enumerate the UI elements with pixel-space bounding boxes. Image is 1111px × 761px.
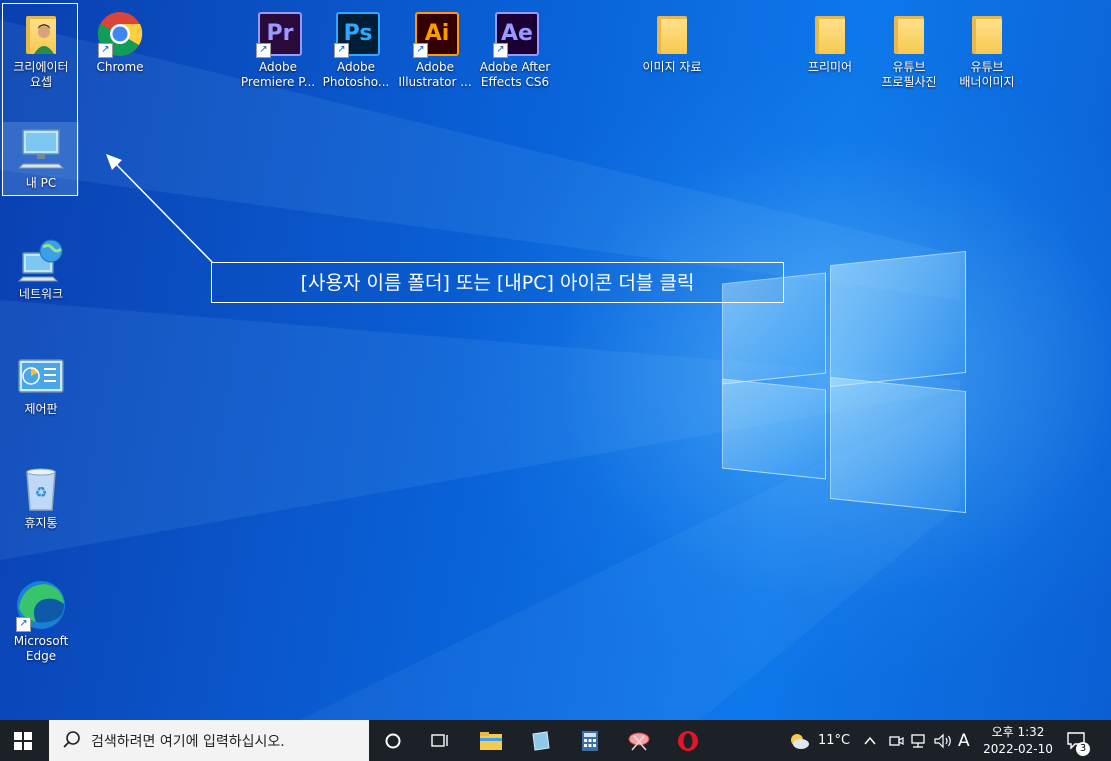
recycle-bin-icon: ♻ [17,466,65,514]
desktop-icon-label: Chrome [96,60,144,74]
desktop-icon-network[interactable]: 네트워크 [3,237,79,302]
calculator-icon [582,730,598,751]
wallpaper-logo-pane [830,376,966,514]
cortana-circle-icon [385,733,401,748]
show-hidden-icons-button[interactable] [864,720,876,761]
chrome-icon: ↗ [96,10,144,58]
desktop-icon-label: 내 PC [25,176,57,190]
clock-date: 2022-02-10 [983,741,1053,756]
premiere-pro-icon: Pr ↗ [254,10,302,58]
desktop-icon-illustrator[interactable]: Ai ↗ Adobe Illustrator ... [397,10,473,90]
folder-icon [648,10,696,58]
desktop-icon-folder-premiere[interactable]: 프리미어 [792,10,868,75]
desktop-icon-control-panel[interactable]: 제어판 [3,352,79,417]
meet-now-button[interactable] [888,720,904,761]
user-folder-icon [17,10,65,58]
desktop-icon-after-effects[interactable]: Ae ↗ Adobe After Effects CS6 [477,10,553,90]
shortcut-arrow-icon: ↗ [98,43,113,58]
annotation-callout: [사용자 이름 폴더] 또는 [내PC] 아이콘 더블 클릭 [211,262,784,303]
shortcut-arrow-icon: ↗ [16,617,31,632]
control-panel-icon [17,352,65,400]
taskbar-search-box[interactable]: 검색하려면 여기에 입력하십시오. [49,720,369,761]
search-placeholder: 검색하려면 여기에 입력하십시오. [91,733,285,750]
windows-logo-icon [14,731,32,750]
shortcut-arrow-icon: ↗ [493,43,508,58]
taskbar: 검색하려면 여기에 입력하십시오. 11°C A 오후 1:32 2022-02… [0,720,1111,761]
desktop-icon-label: 유튜브 프로필사진 [881,60,937,89]
speaker-icon [934,733,951,748]
desktop-icon-label: Microsoft Edge [13,634,69,663]
weather-partly-cloudy-icon [791,733,809,749]
folder-icon [806,10,854,58]
clock[interactable]: 오후 1:32 2022-02-10 [980,720,1056,761]
shortcut-arrow-icon: ↗ [413,43,428,58]
weather-widget[interactable]: 11°C [788,720,850,761]
after-effects-icon: Ae ↗ [491,10,539,58]
wallpaper-logo-pane [722,378,826,480]
shortcut-arrow-icon: ↗ [334,43,349,58]
desktop-icon-folder-youtube-banner[interactable]: 유튜브 배너이미지 [949,10,1025,90]
desktop-icon-folder-images[interactable]: 이미지 자료 [634,10,710,75]
file-explorer-icon [480,731,502,750]
desktop-icon-recycle-bin[interactable]: ♻ 휴지통 [3,466,79,531]
desktop-icon-folder-youtube-profile[interactable]: 유튜브 프로필사진 [871,10,947,90]
network-wired-icon [911,733,925,748]
input-method-indicator[interactable]: A [958,720,970,761]
folder-icon [885,10,933,58]
desktop-icon-label: Adobe Premiere P... [240,60,316,89]
notification-badge: 3 [1076,742,1090,756]
task-view-button[interactable] [417,720,463,761]
chevron-up-icon [864,736,876,744]
start-button[interactable] [0,720,46,761]
this-pc-icon [17,126,65,174]
taskbar-calculator[interactable] [567,720,613,761]
shortcut-arrow-icon: ↗ [256,43,271,58]
desktop-icon-label: Adobe After Effects CS6 [479,60,551,89]
cortana-button[interactable] [370,720,416,761]
edge-icon: ↗ [14,578,68,632]
notepad-icon [532,730,550,751]
desktop-icon-label: 이미지 자료 [642,60,702,74]
desktop[interactable]: 크리에이터 요셉 내 PC 네트워크 제어판 ♻ 휴지통 ↗ Microsoft… [0,0,1111,720]
action-center-button[interactable]: 3 [1066,720,1090,761]
weather-temperature: 11°C [818,733,851,748]
desktop-icon-photoshop[interactable]: Ps ↗ Adobe Photosho... [318,10,394,90]
taskbar-snipping-tool[interactable] [616,720,662,761]
illustrator-icon: Ai ↗ [411,10,459,58]
search-icon [63,730,81,752]
task-view-icon [431,733,448,747]
input-method-label: A [958,730,970,751]
network-tray-button[interactable] [910,720,928,761]
desktop-icon-label: Adobe Photosho... [322,60,390,89]
desktop-icon-label: 제어판 [24,402,58,416]
desktop-icon-this-pc[interactable]: 내 PC [3,122,79,195]
taskbar-file-explorer[interactable] [468,720,514,761]
snipping-tool-icon [628,732,650,750]
taskbar-notepad[interactable] [517,720,563,761]
desktop-icon-chrome[interactable]: ↗ Chrome [82,10,158,75]
network-icon [17,237,65,285]
folder-icon [963,10,1011,58]
opera-icon [678,730,698,751]
wallpaper-logo-pane [830,250,966,388]
desktop-icon-label: 네트워크 [18,287,64,301]
volume-button[interactable] [933,720,953,761]
meet-now-icon [889,735,904,746]
desktop-icon-user-folder[interactable]: 크리에이터 요셉 [3,10,79,90]
desktop-icon-edge[interactable]: ↗ Microsoft Edge [3,578,79,664]
desktop-icon-label: Adobe Illustrator ... [398,60,472,89]
desktop-icon-premiere[interactable]: Pr ↗ Adobe Premiere P... [240,10,316,90]
photoshop-icon: Ps ↗ [332,10,380,58]
desktop-icon-label: 유튜브 배너이미지 [959,60,1015,89]
desktop-icon-label: 크리에이터 요셉 [13,60,69,89]
desktop-icon-label: 프리미어 [807,60,853,74]
desktop-icon-label: 휴지통 [24,516,58,530]
clock-time: 오후 1:32 [991,724,1045,739]
svg-text:♻: ♻ [35,485,48,501]
taskbar-opera[interactable] [665,720,711,761]
